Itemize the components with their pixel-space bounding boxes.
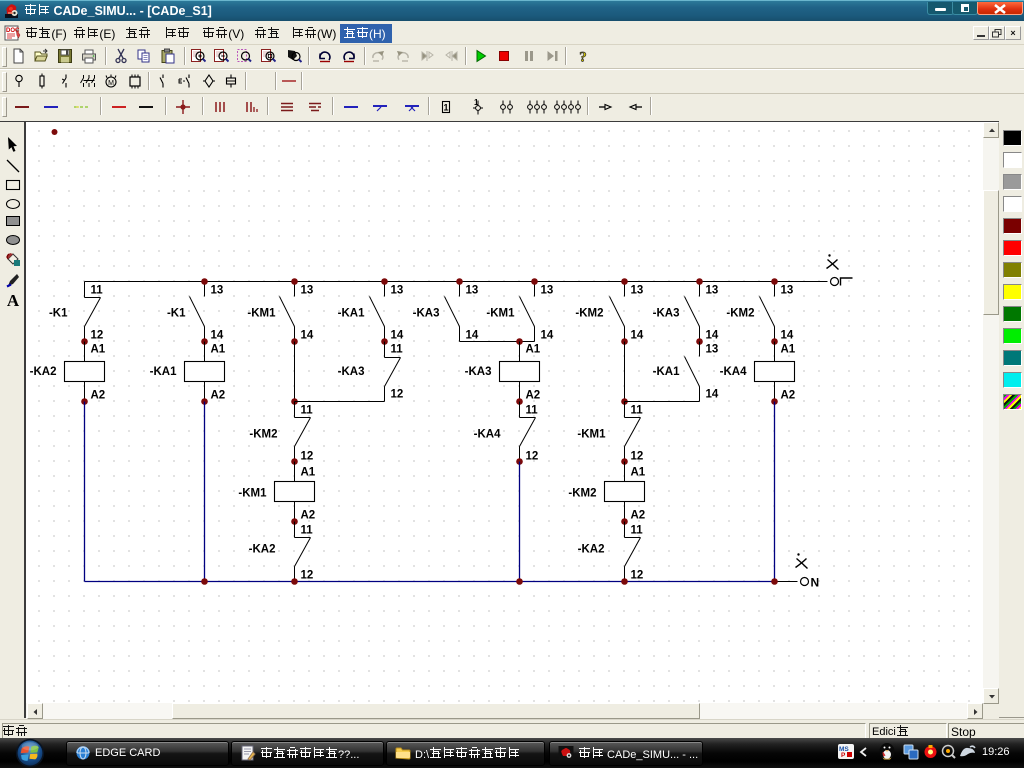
svg-text:-KA2: -KA2 <box>249 544 276 556</box>
svg-text:A2: A2 <box>301 510 316 522</box>
svg-text:13: 13 <box>301 285 314 297</box>
svg-text:?: ? <box>579 50 587 65</box>
svg-text:12: 12 <box>631 451 644 463</box>
svg-text:-KM2: -KM2 <box>726 308 754 320</box>
svg-text:13: 13 <box>466 285 479 297</box>
svg-text:14: 14 <box>706 330 719 342</box>
svg-text:14: 14 <box>541 330 554 342</box>
svg-text:A1: A1 <box>301 467 316 479</box>
svg-text:A1: A1 <box>91 344 106 356</box>
svg-text:-KA3: -KA3 <box>465 366 492 378</box>
svg-text:A2: A2 <box>211 390 226 402</box>
svg-text:A2: A2 <box>631 510 646 522</box>
svg-text:13: 13 <box>706 344 719 356</box>
svg-text:12: 12 <box>91 330 104 342</box>
svg-text:13: 13 <box>631 285 644 297</box>
svg-text:14: 14 <box>391 330 404 342</box>
svg-text:-KA2: -KA2 <box>578 544 605 556</box>
svg-text:-KM2: -KM2 <box>249 429 277 441</box>
svg-text:-KA3: -KA3 <box>338 366 365 378</box>
svg-text:A1: A1 <box>211 344 226 356</box>
svg-text:-K1: -K1 <box>167 308 186 320</box>
svg-text:-KA1: -KA1 <box>150 366 177 378</box>
svg-text:14: 14 <box>631 330 644 342</box>
svg-text:11: 11 <box>391 344 404 356</box>
svg-text:11: 11 <box>301 525 314 537</box>
svg-text:-KA4: -KA4 <box>474 429 501 441</box>
svg-text:14: 14 <box>466 330 479 342</box>
svg-text:13: 13 <box>781 285 794 297</box>
svg-text:1: 1 <box>443 102 448 112</box>
svg-text:11: 11 <box>91 285 104 297</box>
svg-text:A: A <box>7 291 20 309</box>
svg-text:M: M <box>108 80 114 87</box>
svg-text:-KA3: -KA3 <box>653 308 680 320</box>
svg-text:A1: A1 <box>631 467 646 479</box>
svg-text:14: 14 <box>781 330 794 342</box>
svg-text:A2: A2 <box>91 390 106 402</box>
svg-text:13: 13 <box>706 285 719 297</box>
svg-text:13: 13 <box>211 285 224 297</box>
svg-text:-KM2: -KM2 <box>568 488 596 500</box>
svg-text:A2: A2 <box>781 390 796 402</box>
svg-text:12: 12 <box>301 570 314 582</box>
svg-text:-KM1: -KM1 <box>238 488 267 500</box>
svg-text:A2: A2 <box>526 390 541 402</box>
svg-text:14: 14 <box>301 330 314 342</box>
svg-text:11: 11 <box>301 405 314 417</box>
svg-text:P: P <box>841 752 846 759</box>
svg-text:12: 12 <box>301 451 314 463</box>
svg-text:-KM2: -KM2 <box>575 308 603 320</box>
svg-text:13: 13 <box>391 285 404 297</box>
svg-text:-KA3: -KA3 <box>413 308 440 320</box>
svg-text:13: 13 <box>541 285 554 297</box>
svg-text:12: 12 <box>526 451 539 463</box>
svg-text:-KA2: -KA2 <box>30 366 57 378</box>
svg-text:11: 11 <box>631 405 644 417</box>
svg-text:11: 11 <box>631 525 644 537</box>
svg-text:N: N <box>811 576 820 590</box>
svg-text:-KA4: -KA4 <box>720 366 747 378</box>
svg-text:-KM1: -KM1 <box>577 429 606 441</box>
svg-text:-KA1: -KA1 <box>338 308 365 320</box>
svg-text:A1: A1 <box>526 344 541 356</box>
svg-text:14: 14 <box>211 330 224 342</box>
svg-text:A1: A1 <box>781 344 796 356</box>
svg-text:12: 12 <box>631 570 644 582</box>
svg-text:-K1: -K1 <box>49 308 68 320</box>
svg-text:-KM1: -KM1 <box>247 308 276 320</box>
svg-text:14: 14 <box>706 389 719 401</box>
svg-text:11: 11 <box>526 405 539 417</box>
svg-text:-KA1: -KA1 <box>653 366 680 378</box>
svg-text:-KM1: -KM1 <box>486 308 515 320</box>
svg-text:12: 12 <box>391 389 404 401</box>
